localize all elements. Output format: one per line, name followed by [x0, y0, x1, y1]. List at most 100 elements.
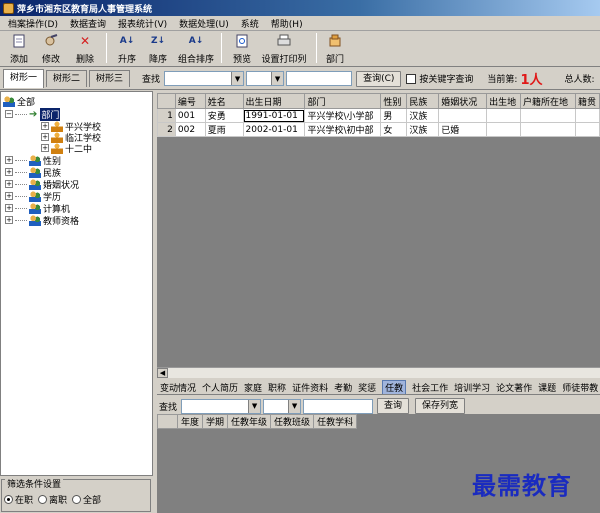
expand-icon[interactable]: +: [5, 180, 13, 188]
search-input[interactable]: [286, 71, 353, 86]
menu-report[interactable]: 报表统计(V): [118, 17, 167, 30]
expand-icon[interactable]: +: [5, 168, 13, 176]
menu-system[interactable]: 系统: [241, 17, 259, 30]
add-button[interactable]: 添加: [4, 31, 34, 65]
table-cell[interactable]: [486, 108, 522, 123]
tree-node-marital[interactable]: + 婚姻状况: [5, 178, 79, 191]
tab-changes[interactable]: 变动情况: [160, 381, 196, 394]
detail-query-button[interactable]: 查询: [377, 398, 410, 414]
table-cell[interactable]: 女: [380, 122, 408, 137]
radio-resigned[interactable]: [38, 495, 48, 504]
tab-attendance[interactable]: 考勤: [334, 381, 352, 394]
department-button[interactable]: 部门: [323, 31, 347, 65]
tab-documents[interactable]: 证件资料: [292, 381, 328, 394]
radio-all[interactable]: [72, 495, 82, 504]
preview-button[interactable]: 预览: [228, 31, 256, 65]
tab-mentoring[interactable]: 师徒带教: [562, 381, 598, 394]
col-header[interactable]: 籍贯: [574, 93, 600, 109]
table-cell[interactable]: [486, 122, 522, 137]
col-header[interactable]: 学期: [202, 414, 229, 429]
expand-icon[interactable]: +: [5, 204, 13, 212]
col-header[interactable]: 任教学科: [313, 414, 358, 429]
print-columns-button[interactable]: 设置打印列: [256, 31, 312, 65]
tab-resume[interactable]: 个人简历: [202, 381, 238, 394]
chevron-down-icon[interactable]: ▼: [231, 72, 244, 85]
sort-desc-button[interactable]: Z↓ 降序: [141, 31, 175, 65]
menu-archive[interactable]: 档案操作(D): [8, 17, 58, 30]
search-operator-combo[interactable]: ▼: [246, 71, 285, 86]
tree-node-gender[interactable]: + 性别: [5, 154, 61, 167]
expand-icon[interactable]: +: [5, 192, 13, 200]
col-header[interactable]: 出生地: [486, 93, 522, 109]
table-row[interactable]: 2 002 夏雨 2002-01-01 平兴学校\初中部 女 汉族 已婚: [157, 122, 600, 137]
tab-tree-3[interactable]: 树形三: [89, 70, 131, 87]
expand-icon[interactable]: +: [5, 156, 13, 164]
table-row[interactable]: 1 001 安勇 1991-01-01 平兴学校\小学部 男 汉族: [157, 108, 600, 123]
combo-sort-button[interactable]: A↓ 组合排序: [175, 31, 217, 65]
expand-icon[interactable]: +: [41, 144, 49, 152]
expand-icon[interactable]: +: [5, 216, 13, 224]
menu-query[interactable]: 数据查询: [70, 17, 106, 30]
horizontal-scrollbar[interactable]: ◀: [157, 367, 600, 378]
radio-employed[interactable]: [4, 495, 13, 504]
search-field-combo[interactable]: ▼: [164, 71, 245, 86]
col-header[interactable]: 任教班级: [270, 414, 315, 429]
tree-node-computer[interactable]: + 计算机: [5, 202, 70, 215]
col-header[interactable]: 姓名: [204, 93, 244, 109]
tab-social-work[interactable]: 社会工作: [412, 381, 448, 394]
tab-training[interactable]: 培训学习: [454, 381, 490, 394]
table-cell[interactable]: 002: [174, 122, 206, 137]
save-column-width-button[interactable]: 保存列宽: [415, 398, 466, 414]
tree-node-education[interactable]: + 学历: [5, 190, 61, 203]
tree-node-dept[interactable]: − ➔ 部门: [5, 107, 61, 121]
detail-operator-combo[interactable]: ▼: [263, 398, 302, 414]
tree-node-root[interactable]: 全部: [3, 95, 35, 108]
table-cell[interactable]: 夏雨: [204, 122, 244, 137]
table-cell[interactable]: 男: [380, 108, 408, 123]
collapse-icon[interactable]: −: [5, 110, 13, 118]
table-cell[interactable]: [574, 108, 600, 123]
table-cell[interactable]: [574, 122, 600, 137]
keyword-query-checkbox[interactable]: [406, 73, 417, 84]
col-header[interactable]: 户籍所在地: [520, 93, 576, 109]
tab-tree-2[interactable]: 树形二: [46, 70, 88, 87]
tab-family[interactable]: 家庭: [244, 381, 262, 394]
table-cell[interactable]: [520, 122, 576, 137]
tab-rewards[interactable]: 奖惩: [358, 381, 376, 394]
table-cell[interactable]: [438, 108, 488, 123]
tree-node-school-3[interactable]: + 十二中: [41, 142, 92, 155]
tab-projects[interactable]: 课题: [538, 381, 556, 394]
table-cell[interactable]: [520, 108, 576, 123]
chevron-down-icon[interactable]: ▼: [248, 399, 261, 413]
tab-title[interactable]: 职称: [268, 381, 286, 394]
table-cell[interactable]: 001: [174, 108, 206, 123]
delete-button[interactable]: ✕ 删除: [68, 31, 102, 65]
expand-icon[interactable]: +: [41, 122, 49, 130]
tab-tree-1[interactable]: 树形一: [3, 69, 45, 88]
col-header[interactable]: 年度: [176, 414, 204, 429]
detail-field-combo[interactable]: ▼: [181, 398, 262, 414]
expand-icon[interactable]: +: [41, 133, 49, 141]
sort-asc-button[interactable]: A↓ 升序: [113, 31, 141, 65]
table-cell[interactable]: 汉族: [406, 122, 440, 137]
tab-papers[interactable]: 论文著作: [496, 381, 532, 394]
scroll-left-icon[interactable]: ◀: [157, 368, 168, 378]
table-cell[interactable]: 2002-01-01: [242, 122, 306, 137]
col-header[interactable]: 编号: [174, 93, 206, 109]
col-header[interactable]: 婚姻状况: [438, 93, 488, 109]
table-cell[interactable]: 汉族: [406, 108, 440, 123]
menu-help[interactable]: 帮助(H): [271, 17, 303, 30]
col-header[interactable]: 部门: [304, 93, 382, 109]
edit-button[interactable]: 修改: [34, 31, 68, 65]
table-cell[interactable]: 已婚: [438, 122, 488, 137]
table-cell[interactable]: 平兴学校\小学部: [304, 108, 382, 123]
col-header[interactable]: 出生日期: [242, 93, 306, 109]
tree-node-ethnicity[interactable]: + 民族: [5, 166, 61, 179]
menu-data[interactable]: 数据处理(U): [179, 17, 229, 30]
col-header[interactable]: 民族: [406, 93, 440, 109]
tab-teaching[interactable]: 任教: [382, 380, 407, 394]
chevron-down-icon[interactable]: ▼: [271, 72, 284, 85]
detail-search-input[interactable]: [303, 398, 374, 414]
col-header[interactable]: 性别: [380, 93, 408, 109]
table-cell[interactable]: 1991-01-01: [242, 108, 306, 123]
